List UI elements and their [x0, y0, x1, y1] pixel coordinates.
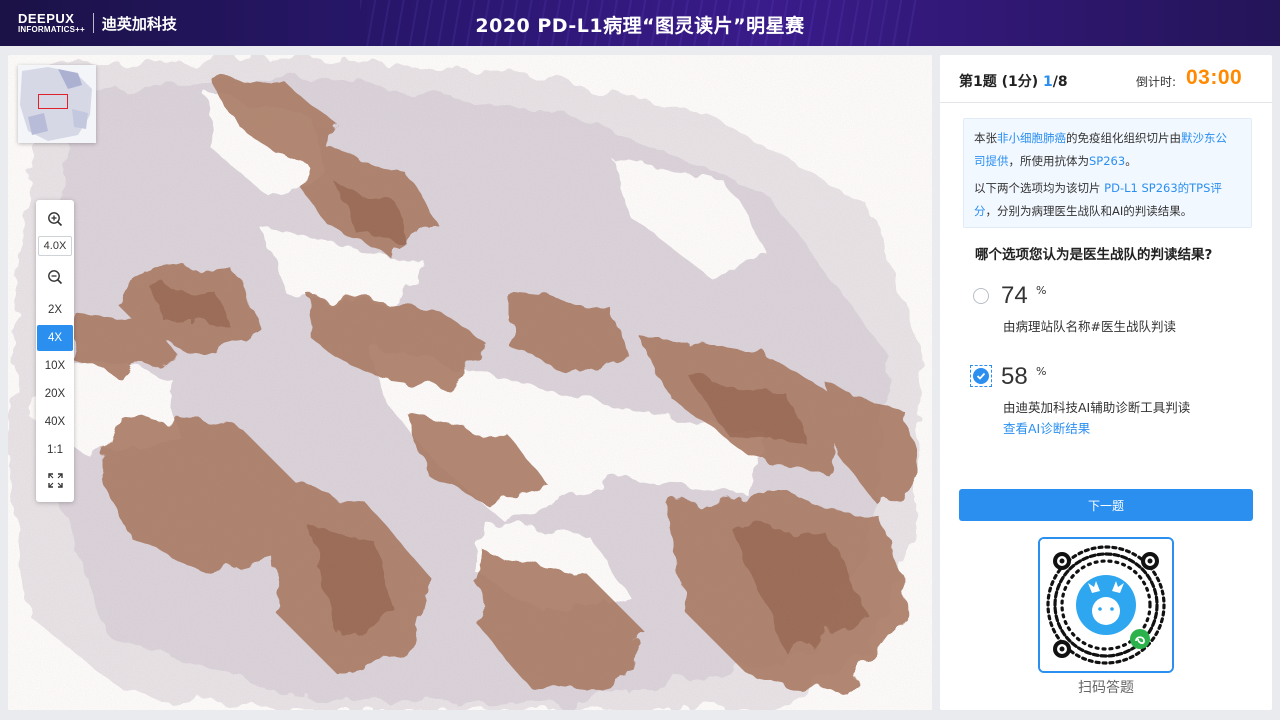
zoom-preset-4x[interactable]: 4X [37, 325, 73, 351]
question-text: 哪个选项您认为是医生战队的判读结果? [975, 247, 1213, 263]
slide-minimap[interactable] [18, 65, 96, 143]
question-current: 1 [1043, 74, 1053, 90]
zoom-in-button[interactable] [36, 206, 74, 232]
zoom-out-icon [48, 270, 63, 285]
zoom-toolbar: 4.0X 2X 4X 10X 20X 40X 1:1 [36, 200, 74, 502]
option-1-description: 由病理站队名称#医生战队判读 [1003, 319, 1176, 334]
info-text: 。 [1125, 154, 1137, 168]
option-1-radio[interactable] [973, 288, 989, 304]
info-text: ，分别为病理医生战队和AI的判读结果。 [985, 204, 1193, 218]
zoom-preset-2x[interactable]: 2X [36, 297, 74, 323]
zoom-preset-1to1[interactable]: 1:1 [36, 437, 74, 463]
info-text: 本张 [974, 131, 997, 145]
next-question-button[interactable]: 下一题 [959, 489, 1253, 521]
zoom-preset-10x[interactable]: 10X [36, 353, 74, 379]
info-paragraph-1: 本张非小细胞肺癌的免疫组化组织切片由默沙东公司提供，所使用抗体为SP263。 [974, 127, 1241, 173]
info-highlight-provider: 默沙东公 [1181, 131, 1227, 145]
zoom-preset-40x[interactable]: 40X [36, 409, 74, 435]
info-highlight-tps-cont: 分 [974, 204, 986, 218]
question-header: 第1题 (1分) 1/8 倒计时: 03:00 [940, 55, 1272, 103]
slide-viewer[interactable]: 4.0X 2X 4X 10X 20X 40X 1:1 [8, 55, 932, 710]
option-2-radio-checked[interactable] [973, 368, 989, 384]
question-total: /8 [1052, 74, 1068, 90]
fullscreen-button[interactable] [36, 467, 74, 493]
countdown-timer: 03:00 [1186, 66, 1243, 89]
info-highlight-tps: PD-L1 SP263的TPS评 [1104, 181, 1222, 195]
info-paragraph-2: 以下两个选项均为该切片 PD-L1 SP263的TPS评分，分别为病理医生战队和… [974, 177, 1241, 223]
mini-program-qr-icon [1040, 539, 1172, 671]
fullscreen-icon [47, 472, 63, 488]
view-ai-result-link[interactable]: 查看AI诊断结果 [1003, 418, 1090, 437]
tissue-slide-image[interactable] [8, 55, 932, 710]
page-title: 2020 PD-L1病理“图灵读片”明星赛 [475, 15, 805, 37]
zoom-level-display: 4.0X [38, 236, 72, 256]
checkmark-icon [976, 372, 986, 380]
question-panel: 第1题 (1分) 1/8 倒计时: 03:00 本张非小细胞肺癌的免疫组化组织切… [940, 55, 1272, 710]
option-1-unit: % [1036, 284, 1047, 297]
question-label: 第1题 (1分) [959, 74, 1039, 90]
countdown-label: 倒计时: [1136, 75, 1177, 89]
zoom-preset-20x[interactable]: 20X [36, 381, 74, 407]
qr-code [1038, 537, 1174, 673]
option-2-description: 由迪英加科技AI辅助诊断工具判读 [1003, 400, 1191, 415]
info-highlight-provider-cont: 司提供 [974, 154, 1009, 168]
info-text: ，所使用抗体为 [1008, 154, 1090, 168]
option-2-unit: % [1036, 365, 1047, 378]
info-highlight-antibody: SP263 [1089, 154, 1126, 168]
minimap-viewport-indicator[interactable] [38, 94, 68, 109]
info-text: 的免疫组化组织切片由 [1066, 131, 1181, 145]
question-number: 第1题 (1分) 1/8 [959, 71, 1068, 91]
option-2-value: 58 [1001, 363, 1028, 390]
zoom-out-button[interactable] [36, 264, 74, 290]
top-banner: DEEPUX INFORMATICS++ 迪英加科技 2020 PD-L1病理“… [0, 0, 1280, 46]
zoom-in-icon [48, 212, 63, 227]
qr-caption: 扫码答题 [1078, 680, 1134, 696]
info-text: 以下两个选项均为该切片 [974, 181, 1105, 195]
info-highlight-cancer-type: 非小细胞肺癌 [997, 131, 1066, 145]
slide-info-box: 本张非小细胞肺癌的免疫组化组织切片由默沙东公司提供，所使用抗体为SP263。 以… [963, 118, 1252, 228]
option-1-value: 74 [1001, 282, 1028, 309]
